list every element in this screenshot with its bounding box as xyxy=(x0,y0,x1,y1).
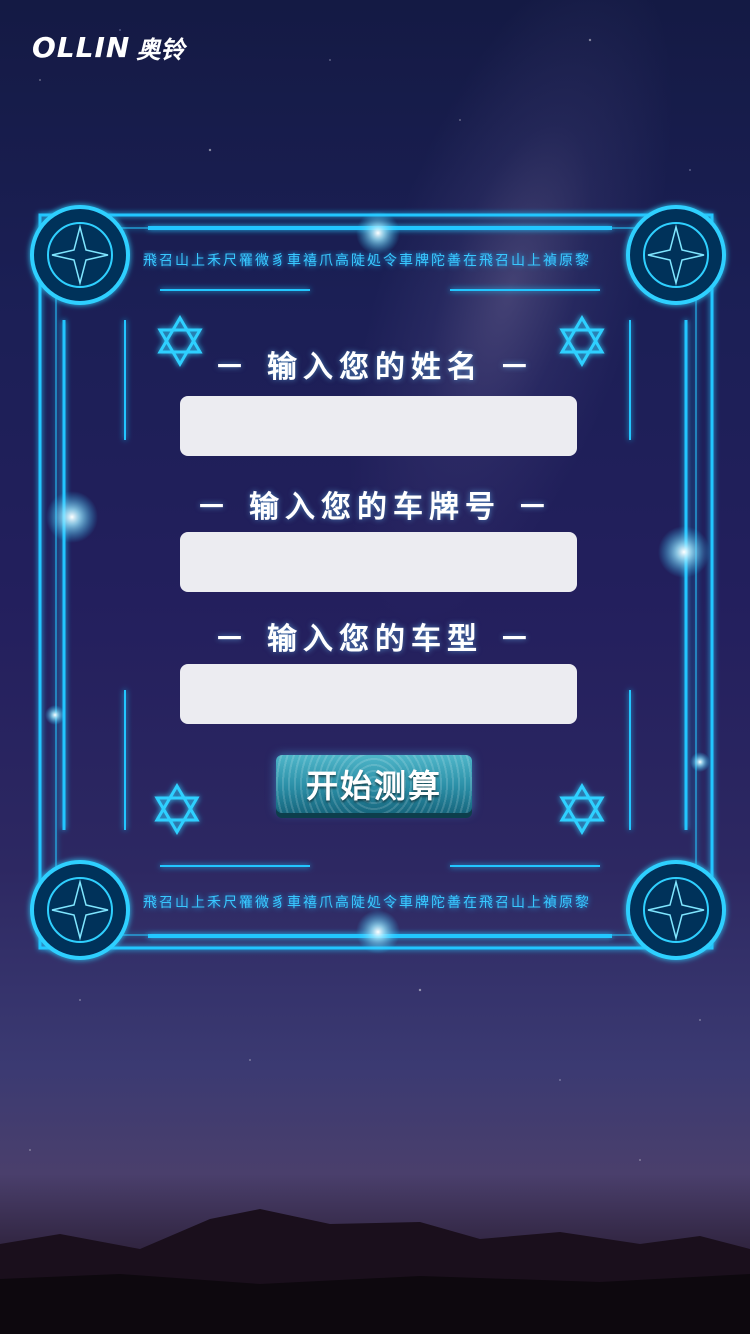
rune-text-bottom: 飛召山上禾尺罹微豸車禧爪高陡処令車牌陀善在飛召山上禎原黎 xyxy=(143,895,591,911)
model-input[interactable] xyxy=(180,664,577,724)
plate-input[interactable] xyxy=(180,532,577,592)
start-calculation-button[interactable]: 开始测算 xyxy=(276,755,472,813)
model-label: － 输入您的车型 － xyxy=(214,622,536,657)
plate-label: － 输入您的车牌号 － xyxy=(196,490,554,525)
name-label: － 输入您的姓名 － xyxy=(214,350,536,385)
rune-text-top: 飛召山上禾尺罹微豸車禧爪高陡処令車牌陀善在飛召山上禎原黎 xyxy=(143,253,591,269)
name-input[interactable] xyxy=(180,396,577,456)
